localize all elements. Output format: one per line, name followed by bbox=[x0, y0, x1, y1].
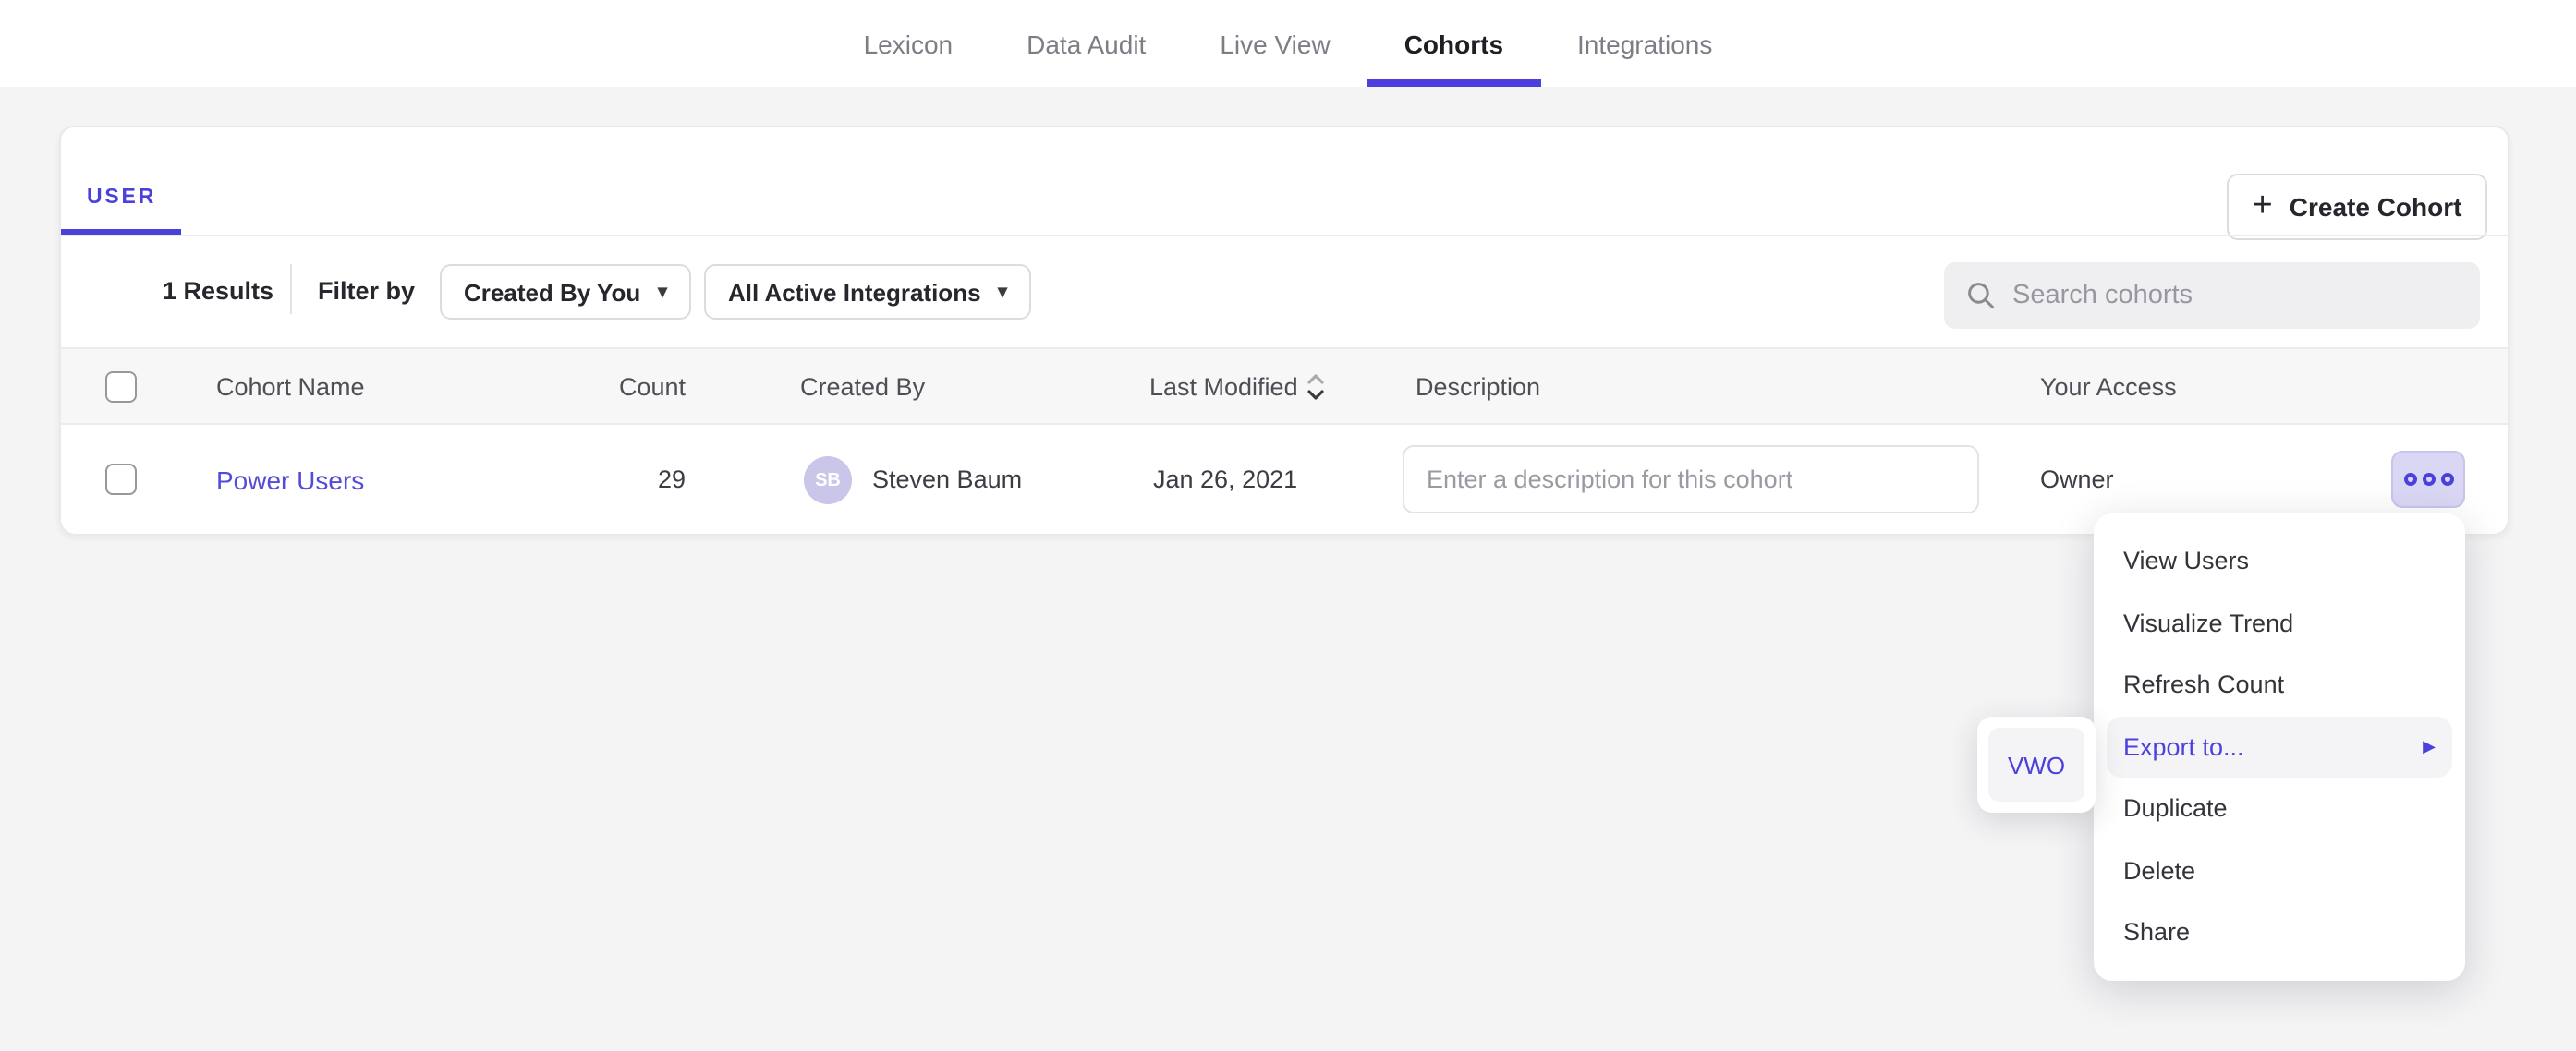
create-cohort-button[interactable]: + Create Cohort bbox=[2227, 174, 2487, 240]
tab-data-audit[interactable]: Data Audit bbox=[990, 0, 1183, 87]
caret-down-icon: ▾ bbox=[998, 282, 1007, 302]
cohorts-panel: USER + Create Cohort 1 Results Filter by… bbox=[59, 126, 2509, 534]
menu-item-share[interactable]: Share bbox=[2094, 901, 2465, 963]
created-by-filter-label: Created By You bbox=[464, 278, 640, 306]
menu-item-refresh-count[interactable]: Refresh Count bbox=[2094, 654, 2465, 716]
column-header-your-access[interactable]: Your Access bbox=[2040, 373, 2177, 401]
column-header-last-modified[interactable]: Last Modified bbox=[1149, 373, 1326, 401]
cohort-name-link[interactable]: Power Users bbox=[216, 465, 364, 495]
search-cohorts-box bbox=[1944, 262, 2480, 329]
created-by-filter-dropdown[interactable]: Created By You ▾ bbox=[440, 264, 691, 320]
page: Lexicon Data Audit Live View Cohorts Int… bbox=[0, 0, 2576, 1051]
last-modified-label: Last Modified bbox=[1149, 373, 1298, 401]
integrations-filter-label: All Active Integrations bbox=[728, 278, 981, 306]
more-options-icon bbox=[2422, 473, 2435, 486]
submenu-arrow-icon: ▶ bbox=[2423, 737, 2436, 757]
menu-item-view-users[interactable]: View Users bbox=[2094, 530, 2465, 592]
column-header-count[interactable]: Count bbox=[556, 373, 686, 401]
caret-down-icon: ▾ bbox=[658, 282, 667, 302]
tab-integrations[interactable]: Integrations bbox=[1540, 0, 1749, 87]
more-options-icon bbox=[2440, 473, 2453, 486]
search-cohorts-input[interactable] bbox=[2012, 281, 2458, 310]
row-actions-menu: View Users Visualize Trend Refresh Count… bbox=[2094, 513, 2465, 981]
sort-icon[interactable] bbox=[1307, 373, 1326, 401]
access-value: Owner bbox=[2040, 465, 2114, 493]
plus-icon: + bbox=[2253, 187, 2273, 223]
vertical-divider bbox=[290, 264, 292, 314]
results-count: 1 Results bbox=[163, 277, 273, 305]
menu-item-export-to[interactable]: Export to... ▶ bbox=[2107, 716, 2452, 778]
last-modified-date: Jan 26, 2021 bbox=[1153, 465, 1297, 493]
select-all-checkbox[interactable] bbox=[105, 371, 137, 403]
more-options-icon bbox=[2403, 473, 2416, 486]
column-header-description[interactable]: Description bbox=[1416, 373, 1540, 401]
create-cohort-label: Create Cohort bbox=[2290, 192, 2462, 222]
column-header-cohort-name[interactable]: Cohort Name bbox=[216, 373, 365, 401]
search-icon bbox=[1966, 281, 1996, 310]
tab-lexicon[interactable]: Lexicon bbox=[827, 0, 990, 87]
integrations-filter-dropdown[interactable]: All Active Integrations ▾ bbox=[704, 264, 1031, 320]
tab-cohorts[interactable]: Cohorts bbox=[1367, 0, 1540, 87]
column-header-created-by[interactable]: Created By bbox=[800, 373, 925, 401]
tab-live-view[interactable]: Live View bbox=[1183, 0, 1367, 87]
card-divider bbox=[61, 235, 2508, 236]
description-field-wrap bbox=[1403, 445, 1979, 513]
description-input[interactable] bbox=[1427, 465, 1955, 493]
created-by-name: Steven Baum bbox=[872, 465, 1022, 493]
menu-item-visualize-trend[interactable]: Visualize Trend bbox=[2094, 592, 2465, 654]
row-checkbox[interactable] bbox=[105, 464, 137, 495]
top-nav: Lexicon Data Audit Live View Cohorts Int… bbox=[0, 0, 2576, 87]
tab-user[interactable]: USER bbox=[61, 166, 180, 236]
row-actions-button[interactable] bbox=[2391, 451, 2465, 508]
export-submenu: VWO bbox=[1977, 717, 2096, 813]
table-header-row: Cohort Name Count Created By Last Modifi… bbox=[61, 347, 2508, 425]
menu-item-duplicate[interactable]: Duplicate bbox=[2094, 778, 2465, 840]
menu-item-delete[interactable]: Delete bbox=[2094, 840, 2465, 901]
avatar: SB bbox=[804, 456, 852, 504]
export-to-label: Export to... bbox=[2123, 733, 2244, 761]
submenu-item-vwo[interactable]: VWO bbox=[1988, 728, 2084, 802]
filter-by-label: Filter by bbox=[318, 277, 415, 305]
cohort-count: 29 bbox=[556, 465, 686, 493]
